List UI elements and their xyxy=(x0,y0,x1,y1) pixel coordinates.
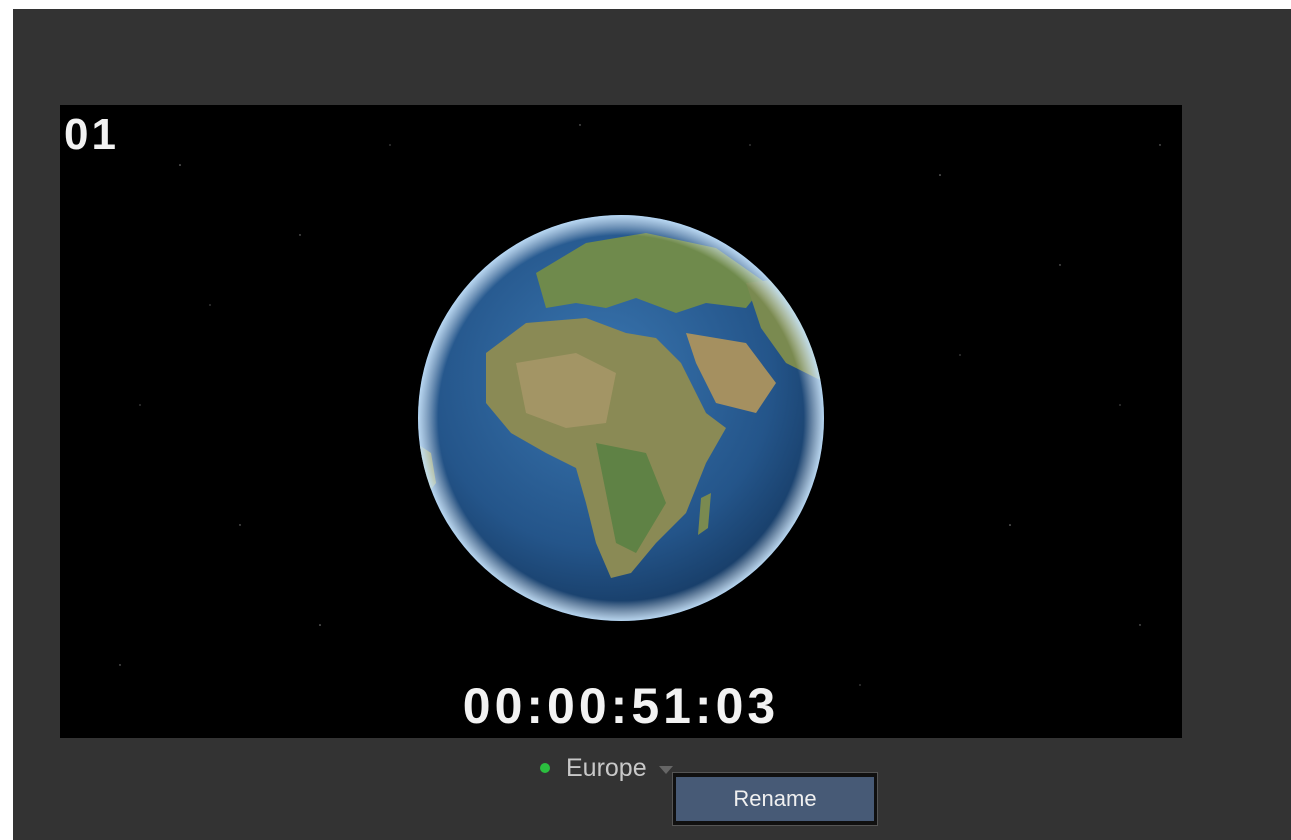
context-menu: Rename xyxy=(672,772,878,826)
timecode-display: 00:00:51:03 xyxy=(462,678,780,734)
source-label-row: Europe xyxy=(540,752,673,784)
source-name[interactable]: Europe xyxy=(566,754,647,783)
preview-monitor[interactable]: 01 00:00:51:03 xyxy=(60,105,1182,738)
clip-number: 01 xyxy=(64,110,119,159)
menu-item-rename[interactable]: Rename xyxy=(676,777,874,821)
status-indicator-icon xyxy=(540,763,550,773)
chevron-down-icon[interactable] xyxy=(658,766,673,774)
earth-globe-image xyxy=(418,215,824,621)
